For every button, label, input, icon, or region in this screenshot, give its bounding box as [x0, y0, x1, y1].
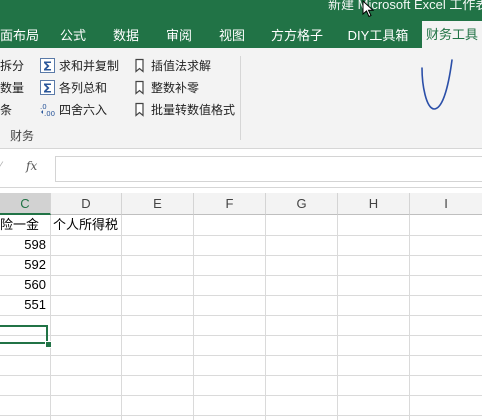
gridline — [0, 315, 482, 316]
batch-to-number-button[interactable]: 批量转数值格式 — [132, 100, 235, 120]
gridline — [409, 215, 410, 420]
column-header-d[interactable]: D — [51, 193, 122, 215]
cell-c-header[interactable]: 险一金 — [0, 215, 50, 235]
tab-data[interactable]: 数据 — [106, 23, 146, 48]
gridline — [0, 275, 482, 276]
column-header-e[interactable]: E — [122, 193, 194, 215]
window-title: 新建 Microsoft Excel 工作表 — [328, 0, 482, 12]
column-header-i[interactable]: I — [410, 193, 482, 215]
gridline — [121, 215, 122, 420]
bookmark-icon — [135, 102, 144, 117]
fill-handle[interactable] — [45, 341, 52, 348]
gridline — [0, 355, 482, 356]
tab-formulas[interactable]: 公式 — [53, 23, 93, 48]
cell-c-value[interactable]: 598 — [0, 235, 46, 255]
decimal-round-icon: .0.00 — [40, 103, 55, 117]
interpolation-button[interactable]: 插值法求解 — [132, 56, 211, 76]
strip-button[interactable]: 条 — [0, 100, 12, 120]
active-cell-selection[interactable] — [0, 325, 48, 344]
column-header-f[interactable]: F — [194, 193, 266, 215]
bookmark-icon — [135, 58, 144, 73]
split-button[interactable]: 拆分 — [0, 56, 24, 76]
tab-page-layout[interactable]: 面布局 — [0, 23, 39, 48]
divider-mark: ⁄ — [0, 160, 2, 172]
gridline — [337, 215, 338, 420]
group-label-finance: 财务 — [10, 129, 35, 143]
column-header-g[interactable]: G — [266, 193, 338, 215]
gridline — [0, 415, 482, 416]
gridline — [0, 395, 482, 396]
gridline — [193, 215, 194, 420]
sigma-icon — [40, 80, 55, 95]
quantity-label: 数量 — [0, 81, 25, 95]
pad-zeros-label: 整数补零 — [151, 81, 200, 95]
cell-c-value[interactable]: 560 — [0, 275, 46, 295]
bookmark-icon — [135, 80, 144, 95]
worksheet-grid[interactable]: C D E F G H I 险一金 个人所得税 598 592 560 551 — [0, 193, 482, 420]
gridline — [0, 295, 482, 296]
interpolation-label: 插值法求解 — [151, 59, 212, 73]
cell-d-header[interactable]: 个人所得税 — [53, 215, 118, 235]
sum-copy-label: 求和并复制 — [59, 59, 120, 73]
column-header-c[interactable]: C — [0, 193, 51, 215]
quantity-button[interactable]: 数量 — [0, 78, 24, 98]
sigma-icon — [40, 58, 55, 73]
tab-review[interactable]: 审阅 — [159, 23, 199, 48]
column-header-h[interactable]: H — [338, 193, 410, 215]
insert-function-button[interactable]: fx — [26, 159, 37, 173]
round-half-even-label: 四舍六入 — [59, 103, 108, 117]
split-label: 拆分 — [0, 59, 25, 73]
pad-zeros-button[interactable]: 整数补零 — [132, 78, 199, 98]
sum-copy-button[interactable]: 求和并复制 — [40, 56, 119, 76]
gridline — [265, 215, 266, 420]
tab-diy-toolbox[interactable]: DIY工具箱 — [343, 23, 413, 48]
formula-controls: ⁄ fx — [0, 156, 52, 178]
batch-to-number-label: 批量转数值格式 — [151, 103, 236, 117]
round-half-even-button[interactable]: .0.00 四舍六入 — [40, 100, 107, 120]
gridline — [0, 375, 482, 376]
group-separator — [240, 56, 241, 140]
gridline — [0, 235, 482, 236]
column-totals-button[interactable]: 各列总和 — [40, 78, 107, 98]
column-totals-label: 各列总和 — [59, 81, 108, 95]
mouse-cursor-icon — [362, 0, 374, 18]
tab-finance-tools[interactable]: 财务工具 — [422, 21, 482, 48]
cell-c-value[interactable]: 551 — [0, 295, 46, 315]
gridline — [50, 215, 51, 420]
ribbon-panel: 拆分 数量 条 求和并复制 各列总和 .0.00 四舍六入 插值法求解 整数补零 … — [0, 48, 482, 149]
tab-view[interactable]: 视图 — [212, 23, 252, 48]
gridline — [0, 335, 482, 336]
cell-c-value[interactable]: 592 — [0, 255, 46, 275]
gridline — [0, 255, 482, 256]
tab-fangfang[interactable]: 方方格子 — [265, 23, 329, 48]
formula-bar: ⁄ fx — [0, 149, 482, 188]
strip-label: 条 — [0, 103, 13, 117]
ribbon-tab-bar: 新建 Microsoft Excel 工作表 面布局 公式 数据 审阅 视图 方… — [0, 0, 482, 48]
svg-text:.00: .00 — [44, 110, 55, 117]
formula-input[interactable] — [55, 156, 482, 182]
